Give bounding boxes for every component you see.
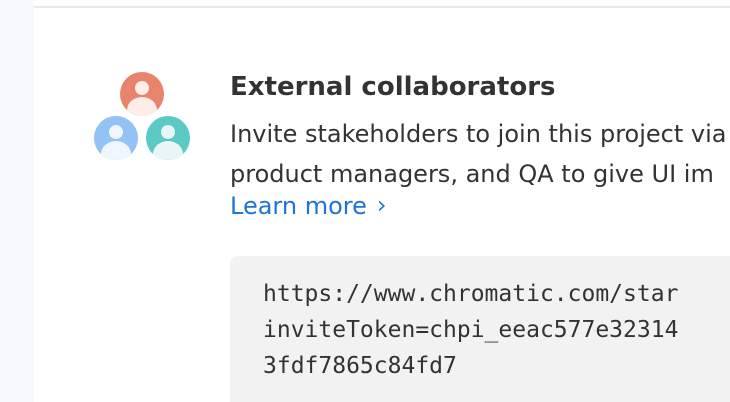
collaborators-panel: External collaborators Invite stakeholde… (0, 0, 730, 402)
user-icon (94, 116, 138, 160)
invite-link-box[interactable]: https://www.chromatic.com/star inviteTok… (230, 256, 730, 402)
user-shoulders (127, 97, 157, 116)
user-shoulders (101, 141, 131, 160)
section-description: Invite stakeholders to join this project… (230, 114, 726, 194)
invite-link-line: https://www.chromatic.com/star (263, 281, 679, 307)
user-head (161, 125, 175, 139)
user-icon (120, 72, 164, 116)
description-line: product managers, and QA to give UI im (230, 160, 714, 188)
user-shoulders (153, 141, 183, 160)
chevron-right-icon: › (376, 191, 387, 219)
user-head (109, 125, 123, 139)
learn-more-label: Learn more (230, 192, 367, 220)
section-divider (34, 6, 730, 8)
section-title: External collaborators (230, 72, 556, 102)
invite-link-line: inviteToken=chpi_eeac577e32314 (263, 317, 679, 343)
invite-link[interactable]: https://www.chromatic.com/star inviteTok… (263, 276, 678, 384)
learn-more-link[interactable]: Learn more › (230, 191, 387, 220)
description-line: Invite stakeholders to join this project… (230, 120, 727, 148)
left-rail (0, 0, 34, 402)
invite-link-line: 3fdf7865c84fd7 (263, 353, 457, 379)
collaborators-illustration (92, 70, 192, 162)
user-head (135, 81, 149, 95)
user-icon (146, 116, 190, 160)
